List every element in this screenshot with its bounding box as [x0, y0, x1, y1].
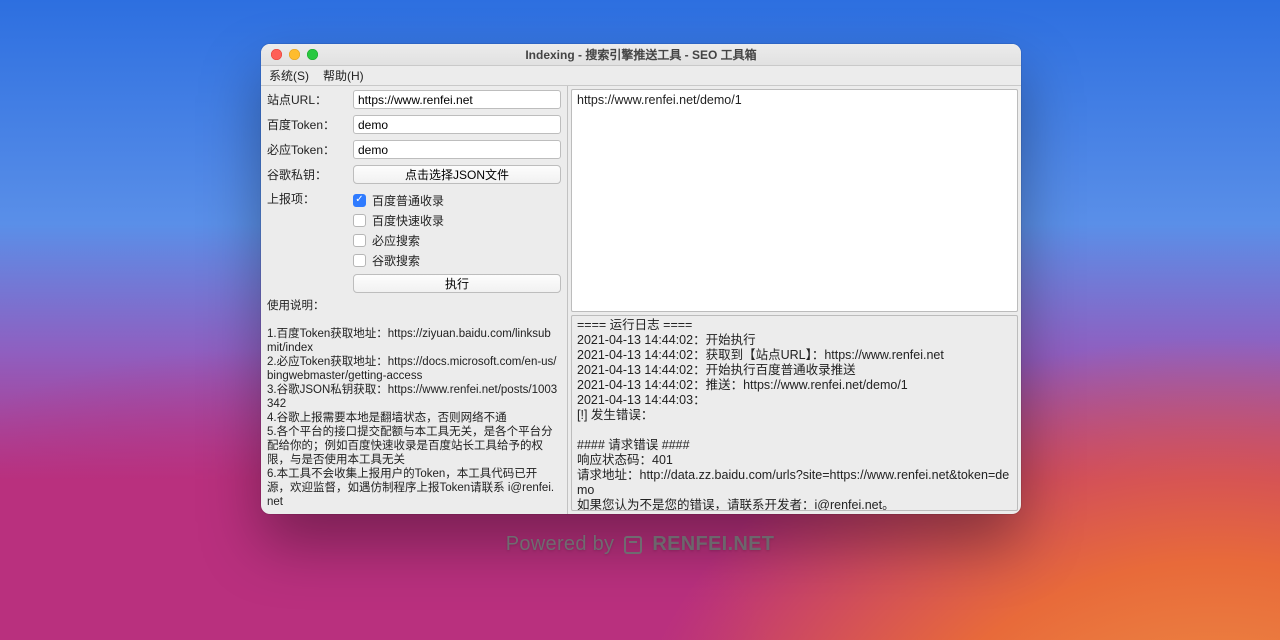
- choose-json-button[interactable]: 点击选择JSON文件: [353, 165, 561, 184]
- right-panel: https://www.renfei.net/demo/1 ==== 运行日志 …: [568, 86, 1021, 514]
- baidu-token-label: 百度Token：: [267, 116, 353, 133]
- check-google[interactable]: 谷歌搜索: [353, 250, 561, 270]
- baidu-token-input[interactable]: [353, 115, 561, 134]
- bing-token-input[interactable]: [353, 140, 561, 159]
- checkbox-icon[interactable]: [353, 234, 366, 247]
- report-label: 上报项：: [267, 190, 353, 207]
- site-url-input[interactable]: [353, 90, 561, 109]
- checkbox-icon[interactable]: [353, 214, 366, 227]
- report-checks: 百度普通收录 百度快速收录 必应搜索 谷歌搜索 执行: [353, 190, 561, 293]
- google-key-label: 谷歌私钥：: [267, 166, 353, 183]
- titlebar[interactable]: Indexing - 搜索引擎推送工具 - SEO 工具箱: [261, 44, 1021, 66]
- check-bing[interactable]: 必应搜索: [353, 230, 561, 250]
- check-label: 谷歌搜索: [372, 252, 420, 269]
- menubar: 系统(S) 帮助(H): [261, 66, 1021, 86]
- menu-system[interactable]: 系统(S): [269, 67, 309, 84]
- log-output[interactable]: ==== 运行日志 ==== 2021-04-13 14:44:02：开始执行 …: [571, 315, 1018, 511]
- footer: Powered by RENFEI.NET: [0, 533, 1280, 556]
- check-baidu-normal[interactable]: 百度普通收录: [353, 190, 561, 210]
- powered-by-label: Powered by: [506, 533, 615, 556]
- checkbox-icon[interactable]: [353, 254, 366, 267]
- checkbox-icon[interactable]: [353, 194, 366, 207]
- check-label: 百度普通收录: [372, 192, 444, 209]
- menu-help[interactable]: 帮助(H): [323, 67, 364, 84]
- site-url-label: 站点URL：: [267, 91, 353, 108]
- check-label: 必应搜索: [372, 232, 420, 249]
- check-label: 百度快速收录: [372, 212, 444, 229]
- execute-button[interactable]: 执行: [353, 274, 561, 293]
- left-panel: 站点URL： 百度Token： 必应Token： 谷歌私钥： 点击选择JSON文…: [261, 86, 568, 514]
- brand-logo-icon: [624, 536, 642, 554]
- window-body: 站点URL： 百度Token： 必应Token： 谷歌私钥： 点击选择JSON文…: [261, 86, 1021, 514]
- urls-textarea[interactable]: https://www.renfei.net/demo/1: [571, 89, 1018, 312]
- instructions-text: 1.百度Token获取地址：https://ziyuan.baidu.com/l…: [267, 327, 559, 509]
- app-window: Indexing - 搜索引擎推送工具 - SEO 工具箱 系统(S) 帮助(H…: [261, 44, 1021, 514]
- brand-name: RENFEI.NET: [652, 533, 774, 556]
- window-title: Indexing - 搜索引擎推送工具 - SEO 工具箱: [261, 46, 1021, 63]
- bing-token-label: 必应Token：: [267, 141, 353, 158]
- instructions-label: 使用说明：: [267, 299, 559, 313]
- check-baidu-fast[interactable]: 百度快速收录: [353, 210, 561, 230]
- instructions: 使用说明： 1.百度Token获取地址：https://ziyuan.baidu…: [267, 299, 561, 509]
